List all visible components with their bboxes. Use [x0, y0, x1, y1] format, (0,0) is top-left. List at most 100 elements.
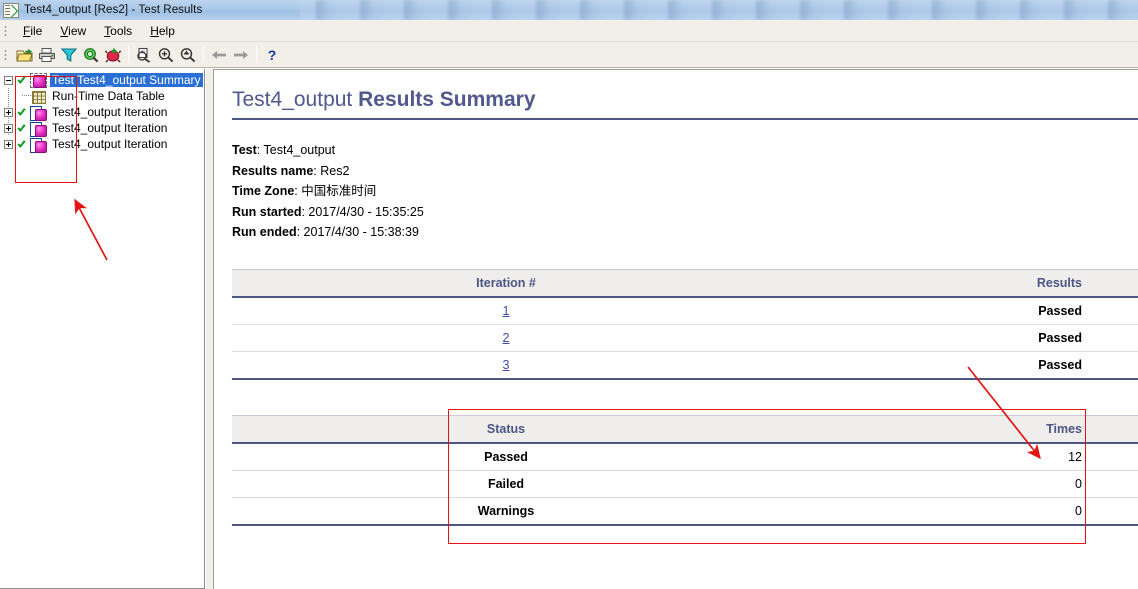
- table-row: Passed 12: [232, 442, 1138, 471]
- open-icon[interactable]: [14, 44, 36, 66]
- column-header-times: Times: [780, 414, 1138, 444]
- zoom-out-icon[interactable]: [177, 44, 199, 66]
- passed-check-icon: [16, 105, 29, 119]
- tree-node-label: Test4_output Iteration: [52, 105, 168, 119]
- tree-node-iteration-1[interactable]: Test4_output Iteration: [2, 104, 202, 121]
- tree-indent: [2, 88, 16, 104]
- iteration-cell: 1: [232, 296, 780, 325]
- result-cell: Passed: [780, 296, 1138, 325]
- result-cell: Passed: [780, 351, 1138, 380]
- meta-row-run-ended: Run ended: 2017/4/30 - 15:38:39: [232, 225, 419, 239]
- pane-splitter[interactable]: [205, 69, 214, 589]
- menu-bar: File View Tools Help: [0, 20, 1138, 42]
- table-header-row: Status Times: [232, 414, 1138, 444]
- meta-label: Test: [232, 143, 257, 157]
- tree-node-label: Run-Time Data Table: [52, 89, 165, 103]
- toolbar-separator: [203, 46, 204, 63]
- iteration-link[interactable]: 2: [503, 331, 510, 345]
- passed-check-icon: [16, 137, 29, 151]
- page-title-suffix: Results Summary: [358, 88, 536, 111]
- report-metadata: Test: Test4_output Results name: Res2 Ti…: [232, 140, 1138, 243]
- menu-item-tools[interactable]: Tools: [95, 22, 141, 40]
- back-arrow-icon[interactable]: [208, 44, 230, 66]
- tree-node-summary[interactable]: Test Test4_output Summary: [2, 72, 203, 88]
- meta-row-test: Test: Test4_output: [232, 143, 336, 157]
- table-row: 1 Passed: [232, 296, 1138, 325]
- window-titlebar: Test4_output [Res2] - Test Results: [0, 0, 1138, 20]
- tree-connector: [16, 88, 32, 104]
- passed-check-icon: [16, 121, 29, 135]
- times-cell-warnings: 0: [780, 497, 1138, 526]
- meta-row-run-started: Run started: 2017/4/30 - 15:35:25: [232, 204, 424, 219]
- table-row: Failed 0: [232, 470, 1138, 498]
- report-pane: Test4_output Results Summary Test: Test4…: [214, 69, 1138, 589]
- table-row: 2 Passed: [232, 324, 1138, 352]
- main-toolbar: ?: [0, 42, 1138, 68]
- iteration-link[interactable]: 1: [503, 304, 510, 318]
- meta-value: 2017/4/30 - 15:38:39: [303, 225, 419, 239]
- toolbar-grip[interactable]: [2, 47, 10, 62]
- filter-icon[interactable]: [58, 44, 80, 66]
- times-cell-failed: 0: [780, 470, 1138, 498]
- results-tree-pane: Test Test4_output Summary Run-Time Data …: [0, 69, 205, 589]
- meta-row-time-zone: Time Zone: 中国标准时间: [232, 184, 377, 198]
- zoom-in-icon[interactable]: [155, 44, 177, 66]
- meta-value: Test4_output: [263, 143, 336, 157]
- tree-node-label: Test4_output Iteration: [52, 121, 168, 135]
- menu-item-file[interactable]: File: [14, 22, 51, 40]
- zoom-fit-icon[interactable]: [133, 44, 155, 66]
- iteration-table: Iteration # Results 1 Passed 2 Passed 3 …: [232, 268, 1138, 380]
- defect-icon[interactable]: [102, 44, 124, 66]
- meta-value: Res2: [320, 163, 350, 178]
- result-cell: Passed: [780, 324, 1138, 352]
- results-tree[interactable]: Test Test4_output Summary Run-Time Data …: [2, 72, 203, 586]
- forward-arrow-icon[interactable]: [230, 44, 252, 66]
- tree-node-label: Test Test4_output Summary: [50, 73, 203, 87]
- status-cell-warnings: Warnings: [232, 497, 780, 526]
- grid-icon: [30, 89, 47, 104]
- tree-node-iteration-3[interactable]: Test4_output Iteration: [2, 136, 202, 153]
- toolbar-separator: [256, 46, 257, 63]
- status-table-wrap: Status Times Passed 12 Failed 0 Warnings…: [232, 414, 1138, 526]
- background-window-blur: [300, 0, 1138, 20]
- column-header-iteration: Iteration #: [232, 268, 780, 298]
- meta-label: Results name: [232, 163, 314, 178]
- menubar-grip[interactable]: [2, 23, 10, 38]
- tree-node-label: Test4_output Iteration: [52, 137, 168, 151]
- meta-label: Run ended: [232, 225, 297, 239]
- times-cell-passed: 12: [780, 442, 1138, 471]
- page-title-test-name: Test4_output: [232, 88, 359, 111]
- find-icon[interactable]: [80, 44, 102, 66]
- iteration-cell: 3: [232, 351, 780, 380]
- iteration-link[interactable]: 3: [503, 358, 510, 372]
- meta-value: 2017/4/30 - 15:35:25: [308, 204, 424, 219]
- help-question-icon[interactable]: ?: [261, 44, 283, 66]
- iteration-cell: 2: [232, 324, 780, 352]
- tree-expander-plus[interactable]: [2, 104, 16, 120]
- toolbar-separator: [128, 46, 129, 63]
- meta-label: Time Zone: [232, 184, 295, 198]
- table-header-row: Iteration # Results: [232, 268, 1138, 298]
- page-cube-icon: [30, 121, 47, 137]
- passed-check-icon: [16, 73, 29, 87]
- tree-expander-plus[interactable]: [2, 136, 16, 152]
- tree-node-runtime-data-table[interactable]: Run-Time Data Table: [2, 88, 202, 104]
- page-title: Test4_output Results Summary: [232, 88, 1138, 120]
- status-cell-passed: Passed: [232, 442, 780, 471]
- test-results-window: Test4_output [Res2] - Test Results File …: [0, 0, 1138, 589]
- meta-value: 中国标准时间: [301, 184, 377, 198]
- menu-item-view[interactable]: View: [51, 22, 95, 40]
- window-title: Test4_output [Res2] - Test Results: [24, 4, 203, 16]
- column-header-results: Results: [780, 268, 1138, 298]
- tree-expander-plus[interactable]: [2, 120, 16, 136]
- column-header-status: Status: [232, 414, 780, 444]
- print-icon[interactable]: [36, 44, 58, 66]
- tree-expander-minus[interactable]: [2, 72, 16, 88]
- meta-row-results-name: Results name: Res2: [232, 163, 350, 178]
- tree-node-iteration-2[interactable]: Test4_output Iteration: [2, 120, 202, 137]
- table-row: 3 Passed: [232, 351, 1138, 380]
- status-cell-failed: Failed: [232, 470, 780, 498]
- table-row: Warnings 0: [232, 497, 1138, 526]
- cube-icon: [30, 72, 47, 88]
- menu-item-help[interactable]: Help: [141, 22, 184, 40]
